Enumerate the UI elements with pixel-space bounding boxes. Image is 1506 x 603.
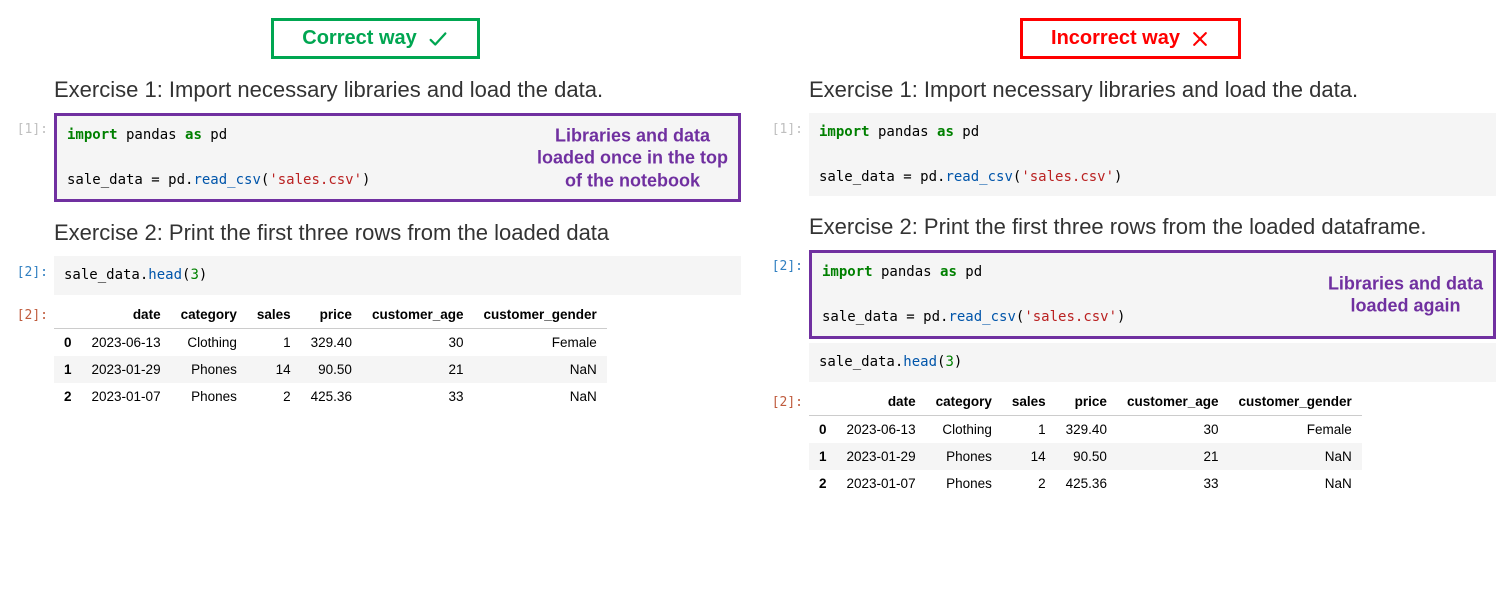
output-cell: [2]: datecategorysalespricecustomer_agec… [10, 299, 741, 410]
table-header: price [1056, 388, 1117, 416]
exercise-1-heading: Exercise 1: Import necessary libraries a… [54, 77, 741, 103]
row-index: 2 [54, 383, 82, 410]
table-cell: 2 [247, 383, 301, 410]
exercise-2-heading: Exercise 2: Print the first three rows f… [809, 214, 1496, 240]
table-row: 12023-01-29Phones1490.5021NaN [809, 443, 1362, 470]
output-cell: [2]: datecategorysalespricecustomer_agec… [765, 386, 1496, 497]
table-cell: 425.36 [301, 383, 362, 410]
table-header: category [171, 301, 247, 329]
code-cell-2: [2]: import pandas as pd sale_data = pd.… [765, 250, 1496, 382]
table-cell: 329.40 [301, 328, 362, 356]
exercise-2-heading: Exercise 2: Print the first three rows f… [54, 220, 741, 246]
table-cell: 2023-06-13 [837, 415, 926, 443]
row-index: 0 [54, 328, 82, 356]
table-cell: 1 [247, 328, 301, 356]
table-cell: Phones [171, 383, 247, 410]
table-header [54, 301, 82, 329]
table-row: 22023-01-07Phones2425.3633NaN [54, 383, 607, 410]
table-cell: 2023-01-07 [82, 383, 171, 410]
table-header: sales [1002, 388, 1056, 416]
table-cell: 329.40 [1056, 415, 1117, 443]
table-header: date [837, 388, 926, 416]
correct-title-box: Correct way [271, 18, 480, 59]
left-column: Correct way Exercise 1: Import necessary… [10, 10, 741, 501]
table-cell: Phones [926, 443, 1002, 470]
annotation-box: import pandas as pd sale_data = pd.read_… [54, 113, 741, 202]
table-cell: 33 [1117, 470, 1229, 497]
table-cell: NaN [474, 356, 607, 383]
table-cell: Phones [926, 470, 1002, 497]
table-cell: 2023-01-29 [837, 443, 926, 470]
table-header: sales [247, 301, 301, 329]
row-index: 2 [809, 470, 837, 497]
table-row: 12023-01-29Phones1490.5021NaN [54, 356, 607, 383]
code-cell-1: [1]: import pandas as pd sale_data = pd.… [765, 113, 1496, 196]
table-header: customer_gender [1229, 388, 1362, 416]
row-index: 1 [54, 356, 82, 383]
code-block: import pandas as pd sale_data = pd.read_… [809, 113, 1496, 196]
table-cell: 2023-01-29 [82, 356, 171, 383]
code-block: import pandas as pd sale_data = pd.read_… [812, 253, 1493, 336]
table-row: 02023-06-13Clothing1329.4030Female [809, 415, 1362, 443]
table-cell: 90.50 [301, 356, 362, 383]
table-cell: 30 [362, 328, 474, 356]
table-cell: Female [474, 328, 607, 356]
input-prompt: [1]: [765, 113, 809, 137]
table-cell: 14 [247, 356, 301, 383]
table-row: 22023-01-07Phones2425.3633NaN [809, 470, 1362, 497]
cross-icon [1190, 29, 1210, 49]
table-header: customer_age [1117, 388, 1229, 416]
row-index: 1 [809, 443, 837, 470]
annotation-box: import pandas as pd sale_data = pd.read_… [809, 250, 1496, 339]
row-index: 0 [809, 415, 837, 443]
code-cell-1: [1]: import pandas as pd sale_data = pd.… [10, 113, 741, 202]
table-cell: 2 [1002, 470, 1056, 497]
table-cell: Female [1229, 415, 1362, 443]
table-cell: 2023-01-07 [837, 470, 926, 497]
input-prompt: [2]: [765, 250, 809, 274]
table-cell: 1 [1002, 415, 1056, 443]
table-cell: 2023-06-13 [82, 328, 171, 356]
table-cell: NaN [474, 383, 607, 410]
table-header: customer_gender [474, 301, 607, 329]
dataframe-table: datecategorysalespricecustomer_agecustom… [54, 301, 607, 410]
exercise-1-heading: Exercise 1: Import necessary libraries a… [809, 77, 1496, 103]
dataframe-table: datecategorysalespricecustomer_agecustom… [809, 388, 1362, 497]
code-block: sale_data.head(3) [54, 256, 741, 294]
code-block: sale_data.head(3) [809, 343, 1496, 381]
table-cell: 90.50 [1056, 443, 1117, 470]
table-row: 02023-06-13Clothing1329.4030Female [54, 328, 607, 356]
table-cell: 425.36 [1056, 470, 1117, 497]
output-prompt: [2]: [765, 386, 809, 410]
incorrect-title-box: Incorrect way [1020, 18, 1241, 59]
table-cell: Clothing [926, 415, 1002, 443]
table-header: customer_age [362, 301, 474, 329]
table-header: category [926, 388, 1002, 416]
code-block: import pandas as pd sale_data = pd.read_… [57, 116, 738, 199]
table-header: date [82, 301, 171, 329]
table-cell: Clothing [171, 328, 247, 356]
incorrect-title-text: Incorrect way [1051, 27, 1180, 50]
check-icon [427, 28, 449, 50]
table-cell: NaN [1229, 470, 1362, 497]
table-cell: 33 [362, 383, 474, 410]
right-column: Incorrect way Exercise 1: Import necessa… [765, 10, 1496, 501]
table-cell: Phones [171, 356, 247, 383]
table-cell: 21 [1117, 443, 1229, 470]
table-cell: 21 [362, 356, 474, 383]
table-header [809, 388, 837, 416]
output-prompt: [2]: [10, 299, 54, 323]
input-prompt: [1]: [10, 113, 54, 137]
correct-title-text: Correct way [302, 27, 417, 50]
table-header: price [301, 301, 362, 329]
input-prompt: [2]: [10, 256, 54, 280]
table-cell: NaN [1229, 443, 1362, 470]
code-cell-2: [2]: sale_data.head(3) [10, 256, 741, 294]
table-cell: 30 [1117, 415, 1229, 443]
table-cell: 14 [1002, 443, 1056, 470]
